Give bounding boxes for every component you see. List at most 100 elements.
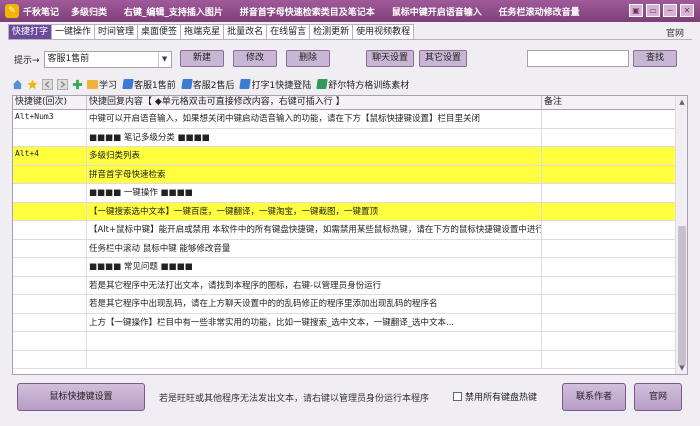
table-row[interactable]: 上方【一键操作】栏目中有一些非常实用的功能，比如一键搜索_选中文本，一键翻译_选… <box>13 313 687 332</box>
table-row[interactable]: ■■■■ 一键操作 ■■■■ <box>13 184 687 203</box>
hotkey-cell[interactable]: Alt+Num3 <box>13 110 87 128</box>
content-cell[interactable]: 上方【一键操作】栏目中有一些非常实用的功能，比如一键搜索_选中文本，一键翻译_选… <box>87 313 542 331</box>
hotkey-cell[interactable] <box>13 165 87 183</box>
note-cell[interactable] <box>542 110 677 128</box>
contact-author-button[interactable]: 联系作者 <box>562 383 626 411</box>
scroll-down-icon[interactable]: ▼ <box>676 362 687 374</box>
minimize-button[interactable]: ─ <box>663 4 677 17</box>
hotkey-cell[interactable] <box>13 221 87 239</box>
content-cell[interactable]: 若是其它程序中出现乱码，请在上方聊天设置中的的乱码修正的程序里添加出现乱码的程序… <box>87 295 542 313</box>
content-cell[interactable]: ■■■■ 一键操作 ■■■■ <box>87 184 542 202</box>
note-cell[interactable] <box>542 221 677 239</box>
official-site-button[interactable]: 官网 <box>634 383 682 411</box>
menu-item-pinyin-search[interactable]: 拼音首字母快速检索类目及笔记本 <box>240 8 375 18</box>
disable-hotkeys-toggle[interactable]: 禁用所有键盘热键 <box>453 390 537 403</box>
new-button[interactable]: 新建 <box>180 50 224 67</box>
content-cell[interactable] <box>87 350 542 368</box>
category-study[interactable]: 学习 <box>87 78 117 91</box>
table-row[interactable]: ■■■■ 笔记多级分类 ■■■■ <box>13 128 687 147</box>
table-row[interactable]: ■■■■ 常见问题 ■■■■ <box>13 258 687 277</box>
add-category-icon[interactable] <box>72 79 83 90</box>
note-cell[interactable] <box>542 202 677 220</box>
search-button[interactable]: 查找 <box>633 50 677 67</box>
note-cell[interactable] <box>542 350 677 368</box>
hotkey-cell[interactable] <box>13 128 87 146</box>
content-cell[interactable]: 拼音首字母快速检索 <box>87 165 542 183</box>
content-cell[interactable]: 若是其它程序中无法打出文本，请找到本程序的图标，右键-以管理员身份运行 <box>87 276 542 294</box>
table-row[interactable]: 若是其它程序中无法打出文本，请找到本程序的图标，右键-以管理员身份运行 <box>13 276 687 295</box>
hotkey-cell[interactable] <box>13 295 87 313</box>
note-cell[interactable] <box>542 258 677 276</box>
tab-check-update[interactable]: 检测更新 <box>309 24 354 39</box>
hotkey-cell[interactable] <box>13 350 87 368</box>
content-cell[interactable]: 任务栏中滚动 鼠标中键 能够修改音量 <box>87 239 542 257</box>
edit-button[interactable]: 修改 <box>233 50 277 67</box>
menu-item-right-click-edit[interactable]: 右键_编辑_支持插入图片 <box>124 8 223 18</box>
delete-button[interactable]: 删除 <box>286 50 330 67</box>
note-cell[interactable] <box>542 128 677 146</box>
hotkey-cell[interactable] <box>13 239 87 257</box>
star-icon[interactable] <box>27 78 38 90</box>
hotkey-cell[interactable] <box>13 184 87 202</box>
hotkey-cell[interactable] <box>13 332 87 350</box>
content-cell[interactable]: 多级归类列表 <box>87 147 542 165</box>
disable-hotkeys-checkbox[interactable] <box>453 392 462 401</box>
tab-desktop-notes[interactable]: 桌面便签 <box>137 24 182 39</box>
scroll-up-icon[interactable]: ▲ <box>676 96 687 108</box>
tab-batch-rename[interactable]: 批量改名 <box>223 24 268 39</box>
back-arrow-icon[interactable] <box>42 78 53 90</box>
table-row[interactable]: 【一键搜索选中文本】一键百度，一键翻译，一键淘宝，一键截图，一键置顶 <box>13 202 687 221</box>
scroll-thumb[interactable] <box>678 226 686 366</box>
menu-item-volume[interactable]: 任务栏滚动修改音量 <box>499 8 580 18</box>
column-header-hotkey[interactable]: 快捷键(回次) <box>13 96 87 109</box>
category-cs-presale[interactable]: 客服1售前 <box>122 78 176 91</box>
content-cell[interactable]: 【一键搜索选中文本】一键百度，一键翻译，一键淘宝，一键截图，一键置顶 <box>87 202 542 220</box>
category-select[interactable]: 客服1售前 ▼ <box>43 50 172 68</box>
column-header-note[interactable]: 备注 <box>542 96 677 109</box>
chevron-down-icon[interactable]: ▼ <box>157 51 171 67</box>
menu-item-multilevel[interactable]: 多级归类 <box>71 8 107 18</box>
category-cs-aftersale[interactable]: 客服2售后 <box>181 78 234 91</box>
note-cell[interactable] <box>542 165 677 183</box>
hotkey-cell[interactable] <box>13 258 87 276</box>
note-cell[interactable] <box>542 239 677 257</box>
mouse-shortcut-settings-button[interactable]: 鼠标快捷键设置 <box>17 383 145 411</box>
hotkey-cell[interactable] <box>13 202 87 220</box>
vertical-scrollbar[interactable]: ▲ ▼ <box>675 96 687 374</box>
hotkey-cell[interactable] <box>13 276 87 294</box>
other-settings-button[interactable]: 其它设置 <box>419 50 467 67</box>
content-cell[interactable] <box>87 332 542 350</box>
table-row[interactable]: 若是其它程序中出现乱码，请在上方聊天设置中的的乱码修正的程序里添加出现乱码的程序… <box>13 295 687 314</box>
search-input[interactable] <box>527 50 629 67</box>
content-cell[interactable]: 【Alt+鼠标中键】能开启或禁用 本软件中的所有键盘快捷键，如需禁用某些鼠标热键… <box>87 221 542 239</box>
note-cell[interactable] <box>542 332 677 350</box>
note-cell[interactable] <box>542 295 677 313</box>
content-cell[interactable]: ■■■■ 笔记多级分类 ■■■■ <box>87 128 542 146</box>
close-button[interactable]: ✕ <box>680 4 694 17</box>
hotkey-cell[interactable]: Alt+4 <box>13 147 87 165</box>
table-row[interactable]: 拼音首字母快速检索 <box>13 165 687 184</box>
note-cell[interactable] <box>542 313 677 331</box>
content-cell[interactable]: ■■■■ 常见问题 ■■■■ <box>87 258 542 276</box>
table-row[interactable]: 【Alt+鼠标中键】能开启或禁用 本软件中的所有键盘快捷键，如需禁用某些鼠标热键… <box>13 221 687 240</box>
menu-item-voice-input[interactable]: 鼠标中键开启语音输入 <box>392 8 482 18</box>
official-site-link[interactable]: 官网 <box>666 26 684 39</box>
hotkey-cell[interactable] <box>13 313 87 331</box>
home-icon[interactable] <box>12 79 23 90</box>
restore-button[interactable]: ▭ <box>646 4 660 17</box>
category-typing-login[interactable]: 打字1快捷登陆 <box>239 78 311 91</box>
table-row[interactable] <box>13 350 687 369</box>
content-cell[interactable]: 中键可以开启语音输入，如果想关闭中键启动语音输入的功能，请在下方【鼠标快捷键设置… <box>87 110 542 128</box>
table-row[interactable]: 任务栏中滚动 鼠标中键 能够修改音量 <box>13 239 687 258</box>
chat-settings-button[interactable]: 聊天设置 <box>366 50 414 67</box>
tab-time-management[interactable]: 时间管理 <box>94 24 139 39</box>
note-cell[interactable] <box>542 147 677 165</box>
table-row[interactable] <box>13 332 687 351</box>
forward-arrow-icon[interactable] <box>57 78 68 90</box>
tab-video-tutorial[interactable]: 使用视频教程 <box>352 24 415 39</box>
note-cell[interactable] <box>542 184 677 202</box>
table-row[interactable]: Alt+4 多级归类列表 <box>13 147 687 166</box>
note-cell[interactable] <box>542 276 677 294</box>
tab-online-message[interactable]: 在线留言 <box>266 24 311 39</box>
tab-one-click[interactable]: 一键操作 <box>51 24 96 39</box>
